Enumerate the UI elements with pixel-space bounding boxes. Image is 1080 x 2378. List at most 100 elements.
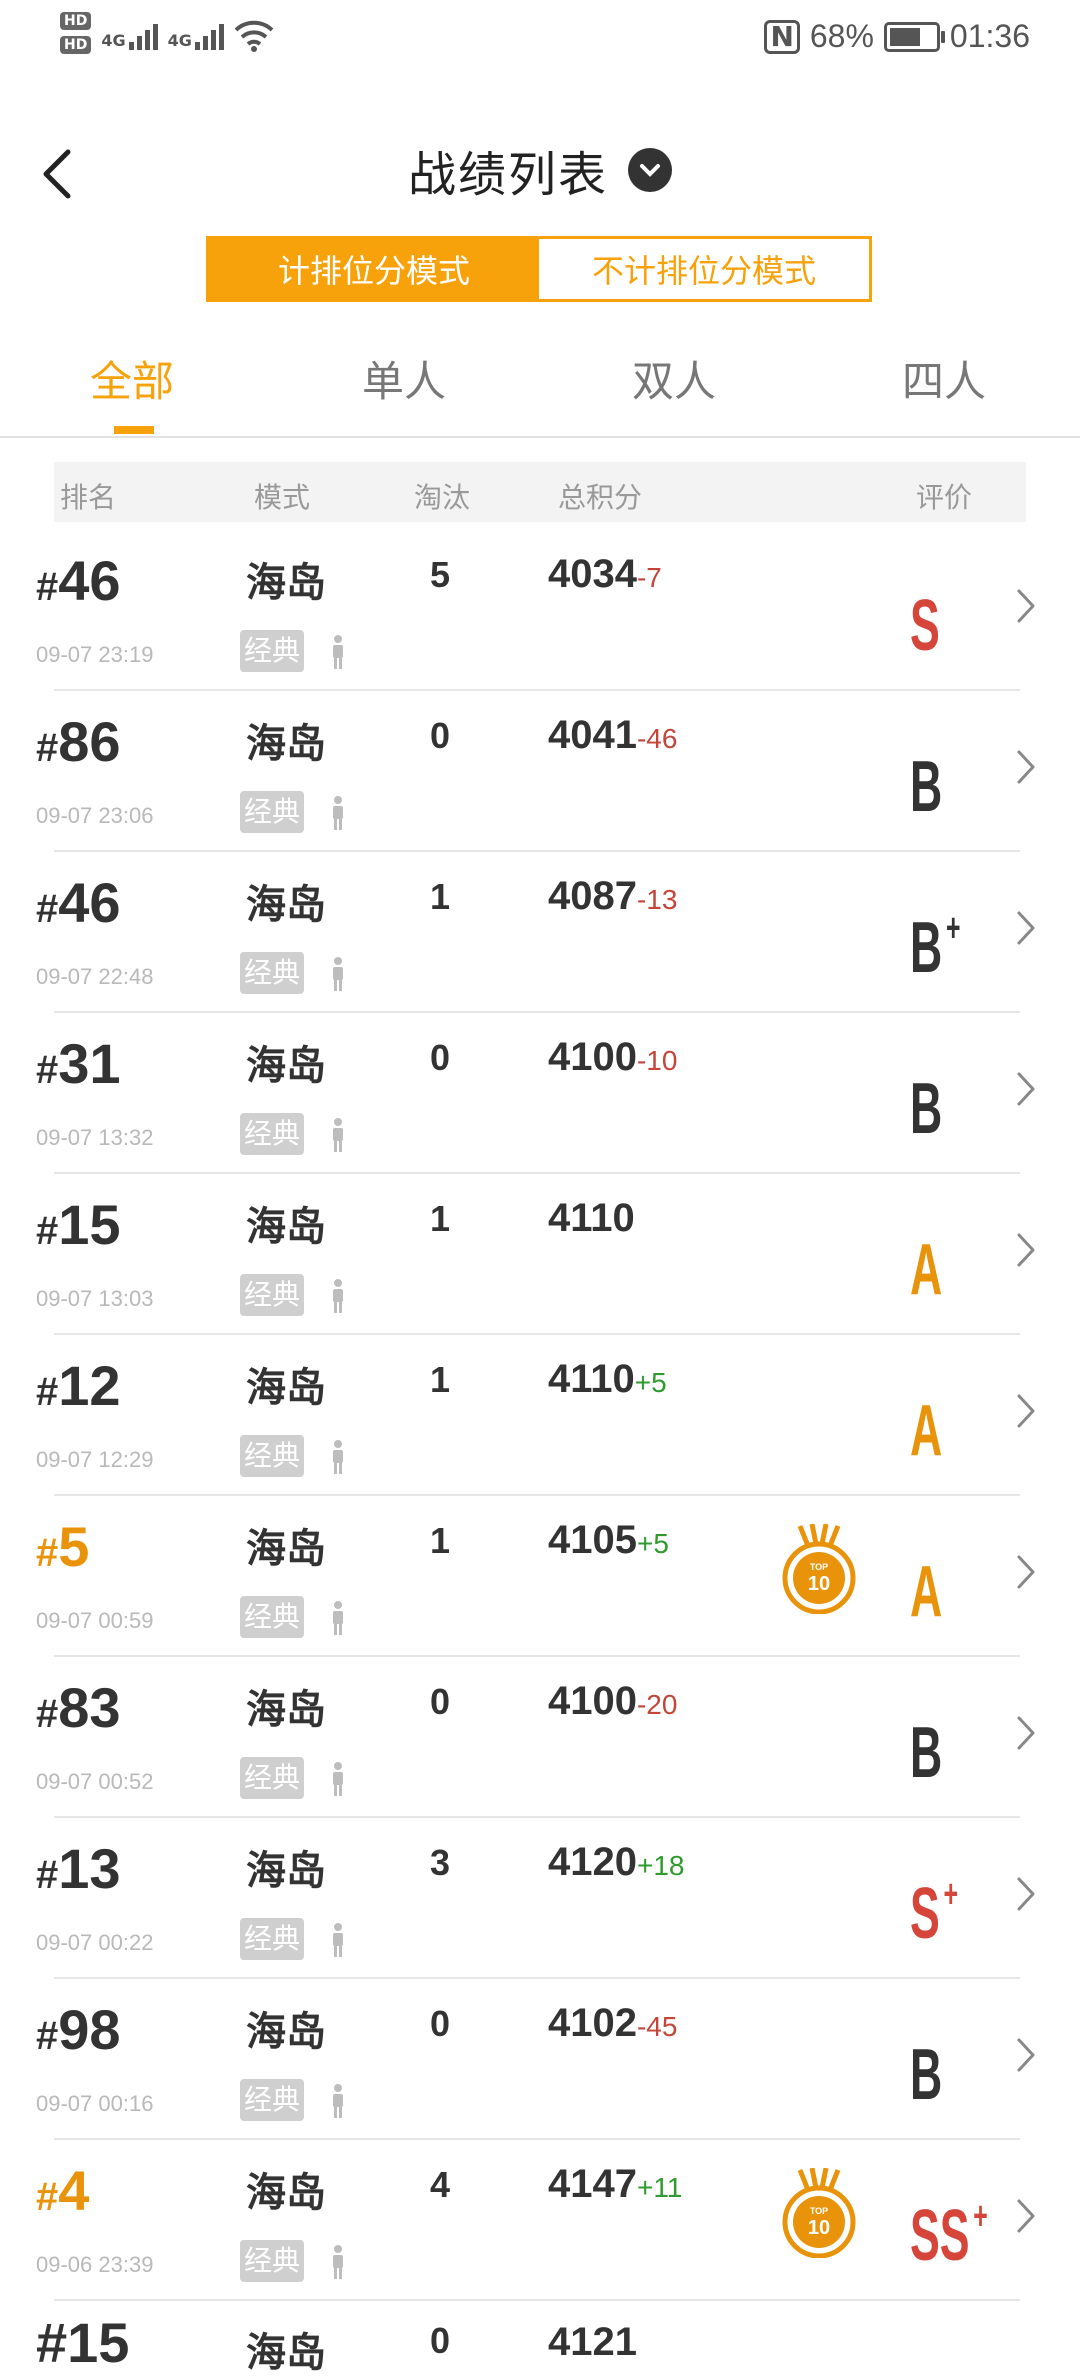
- match-row[interactable]: #12 09-07 12:29 海岛 经典 1 4110+5 A: [0, 1335, 1080, 1496]
- rank-hash: #: [36, 887, 59, 931]
- chevron-right-icon[interactable]: [1016, 1715, 1036, 1751]
- dropdown-chevron-icon[interactable]: [628, 148, 672, 192]
- total-score: 4110: [548, 1196, 635, 1240]
- grade-badge: A: [910, 1536, 966, 1632]
- mode-tag: 经典: [240, 630, 305, 672]
- match-row[interactable]: #13 09-07 00:22 海岛 经典 3 4120+18 S+: [0, 1818, 1080, 1979]
- kills-value: 1: [430, 1520, 451, 1561]
- solo-person-icon: [333, 1118, 343, 1152]
- rank-value: #86: [36, 709, 121, 774]
- score-value: 4100-20: [548, 1679, 677, 1724]
- total-score: 4100: [548, 1679, 637, 1723]
- map-name: 海岛: [246, 1043, 326, 1089]
- match-row[interactable]: #4 09-06 23:39 海岛 经典 4 4147+11 TOP 10 SS…: [0, 2140, 1080, 2301]
- solo-person-icon: [333, 2084, 343, 2118]
- match-row[interactable]: #31 09-07 13:32 海岛 经典 0 4100-10 B: [0, 1013, 1080, 1174]
- match-row[interactable]: #86 09-07 23:06 海岛 经典 0 4041-46 B: [0, 691, 1080, 852]
- mode-tag: 经典: [240, 1596, 305, 1638]
- chevron-right-icon[interactable]: [1016, 2037, 1036, 2073]
- grade-letter: A: [910, 1552, 943, 1632]
- score-value: 4110+5: [548, 1357, 667, 1402]
- map-name: 海岛: [246, 1365, 326, 1411]
- mode-tag: 经典: [240, 1918, 305, 1960]
- score-value: 4034-7: [548, 552, 662, 597]
- rank-number: 46: [58, 871, 121, 934]
- kills-value: 1: [430, 1198, 451, 1239]
- ranked-mode-button[interactable]: 计排位分模式: [209, 239, 539, 299]
- team-size-tabs: 全部 单人 双人 四人: [0, 340, 1080, 438]
- match-date: 09-07 12:29: [36, 1447, 154, 1472]
- chevron-right-icon[interactable]: [1016, 1071, 1036, 1107]
- score-value: 4102-45: [548, 2001, 677, 2046]
- status-bar: HD HD 4G 4G N 68% 01:36: [0, 0, 1080, 80]
- tab-solo[interactable]: 单人: [362, 348, 446, 409]
- wifi-icon: [234, 20, 274, 52]
- chevron-right-icon[interactable]: [1016, 2198, 1036, 2234]
- network-type-1: 4G: [101, 31, 126, 50]
- grade-badge: SS+: [910, 2180, 988, 2276]
- tab-squad[interactable]: 四人: [902, 348, 986, 409]
- match-date: 09-07 23:19: [36, 642, 154, 667]
- tab-duo[interactable]: 双人: [632, 348, 716, 409]
- signal-1-icon: 4G: [101, 20, 158, 50]
- mode-tag: 经典: [240, 2240, 305, 2282]
- chevron-right-icon[interactable]: [1016, 588, 1036, 624]
- chevron-right-icon[interactable]: [1016, 910, 1036, 946]
- partial-row-rank: #15: [36, 2311, 130, 2374]
- grade-badge: B: [910, 731, 966, 827]
- active-tab-indicator: [114, 426, 154, 434]
- kills-value: 0: [430, 2003, 451, 2044]
- chevron-right-icon[interactable]: [1016, 1232, 1036, 1268]
- score-value: 4100-10: [548, 1035, 677, 1080]
- chevron-right-icon[interactable]: [1016, 1876, 1036, 1912]
- total-score: 4147: [548, 2162, 637, 2206]
- mode-tag: 经典: [240, 952, 305, 994]
- match-row[interactable]: #46 09-07 23:19 海岛 经典 5 4034-7 S: [0, 530, 1080, 691]
- mode-tag: 经典: [240, 1435, 305, 1477]
- signal-2-icon: 4G: [168, 20, 224, 50]
- partial-row-score: 4121: [548, 2320, 637, 2364]
- score-delta: +5: [636, 1528, 669, 1559]
- rank-number: 98: [58, 1998, 121, 2061]
- tab-all[interactable]: 全部: [90, 348, 174, 409]
- mode-tag: 经典: [240, 2079, 305, 2121]
- match-row[interactable]: #5 09-07 00:59 海岛 经典 1 4105+5 TOP 10 A: [0, 1496, 1080, 1657]
- grade-badge: A: [910, 1375, 966, 1471]
- medal-text-top: TOP: [810, 2206, 828, 2216]
- grade-letter: A: [910, 1230, 943, 1310]
- total-score: 4041: [548, 713, 637, 757]
- rank-number: 4: [58, 2159, 90, 2222]
- rank-hash: #: [36, 1692, 59, 1736]
- match-row[interactable]: #15 09-07 13:03 海岛 经典 1 4110 A: [0, 1174, 1080, 1335]
- score-value: 4147+11: [548, 2162, 682, 2207]
- chevron-right-icon[interactable]: [1016, 749, 1036, 785]
- hd-sim2-icon: HD: [60, 36, 92, 54]
- kills-value: 4: [430, 2164, 451, 2205]
- rank-hash: #: [36, 1370, 59, 1414]
- match-date: 09-07 00:59: [36, 1608, 154, 1633]
- mode-tag: 经典: [240, 1274, 305, 1316]
- grade-badge: S+: [910, 1858, 966, 1954]
- score-value: 4120+18: [548, 1840, 684, 1885]
- col-score: 总积分: [558, 481, 643, 514]
- map-name: 海岛: [246, 1526, 326, 1572]
- match-date: 09-07 23:06: [36, 803, 154, 828]
- col-kills: 淘汰: [414, 481, 471, 514]
- match-row[interactable]: #46 09-07 22:48 海岛 经典 1 4087-13 B+: [0, 852, 1080, 1013]
- grade-letter: B: [910, 1069, 943, 1149]
- hd-sim1-icon: HD: [60, 12, 92, 30]
- chevron-right-icon[interactable]: [1016, 1393, 1036, 1429]
- match-row[interactable]: #98 09-07 00:16 海岛 经典 0 4102-45 B: [0, 1979, 1080, 2140]
- chevron-right-icon[interactable]: [1016, 1554, 1036, 1590]
- unranked-mode-button[interactable]: 不计排位分模式: [539, 239, 869, 299]
- mode-tag: 经典: [240, 1113, 305, 1155]
- match-row[interactable]: #83 09-07 00:52 海岛 经典 0 4100-20 B: [0, 1657, 1080, 1818]
- score-delta: -45: [636, 2011, 678, 2042]
- medal-text-top: TOP: [810, 1562, 828, 1572]
- map-name: 海岛: [246, 560, 326, 606]
- rank-number: 13: [58, 1837, 121, 1900]
- solo-person-icon: [333, 635, 343, 669]
- score-delta: -46: [636, 723, 678, 754]
- sim-indicators: HD HD: [60, 12, 92, 54]
- grade-plus: +: [943, 1872, 958, 1916]
